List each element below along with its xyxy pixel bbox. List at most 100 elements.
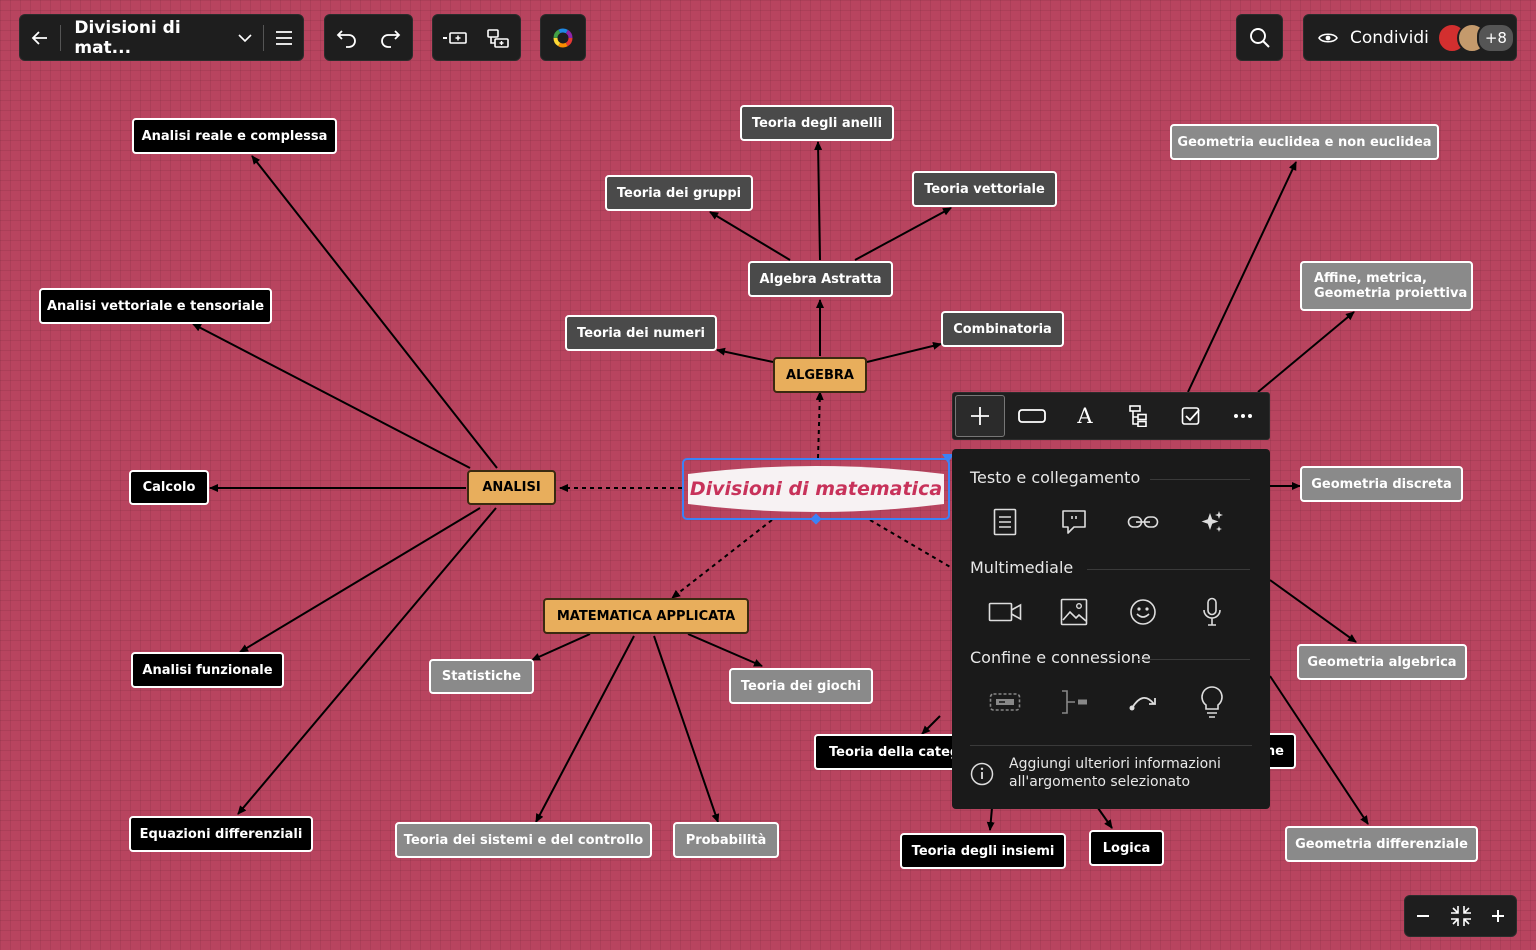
audio-button[interactable] [1192,592,1232,632]
structure-button[interactable] [1111,393,1165,439]
topic-geometria-discreta[interactable]: Geometria discreta [1300,466,1463,502]
chevron-down-icon [237,30,253,46]
plus-icon [1491,909,1505,923]
image-button[interactable] [1054,592,1094,632]
topic-label: Teoria degli anelli [751,115,883,131]
add-subtopic-button[interactable] [477,15,521,60]
ai-button[interactable] [1192,502,1232,542]
comment-button[interactable] [1054,502,1094,542]
topic-geometria-algebrica[interactable]: Geometria algebrica [1297,644,1467,680]
more-button[interactable] [1217,393,1269,439]
undo-button[interactable] [325,15,369,60]
shape-button[interactable] [1005,393,1059,439]
info-text: Aggiungi ulteriori informazioni all'argo… [1009,755,1221,791]
arrow-left-icon [30,28,50,48]
text-style-button[interactable]: A [1059,393,1111,439]
topic-algebra-astratta[interactable]: Algebra Astratta [748,261,893,297]
checkbox-icon [1181,406,1201,426]
redo-button[interactable] [369,15,413,60]
section-title-confine: Confine e connessione [970,648,1151,667]
topic-teoria-categorie[interactable]: Teoria della categ [814,734,974,770]
video-button[interactable] [985,592,1025,632]
task-button[interactable] [1165,393,1217,439]
topic-statistiche[interactable]: Statistiche [429,659,534,694]
topic-teoria-sistemi[interactable]: Teoria dei sistemi e del controllo [395,822,652,858]
central-topic-selection[interactable]: Divisioni di matematica [682,454,954,525]
topic-label: Analisi vettoriale e tensoriale [46,298,265,314]
curved-arrow-icon [1128,692,1158,712]
link-button[interactable] [1123,502,1163,542]
topic-teoria-anelli[interactable]: Teoria degli anelli [740,105,894,141]
insert-toolbar [432,14,521,61]
back-button[interactable] [20,15,60,60]
topic-teoria-gruppi[interactable]: Teoria dei gruppi [605,175,753,211]
smiley-icon [1129,598,1157,626]
rectangle-icon [1018,408,1046,424]
boundary-icon [989,692,1021,712]
search-button[interactable] [1236,14,1283,61]
more-icon [1233,413,1253,419]
topic-affine-metrica[interactable]: Affine, metrica, Geometria proiettiva [1300,261,1473,311]
topic-label: Geometria differenziale [1295,836,1468,852]
document-title: Divisioni di mat... [74,17,181,58]
info-icon [970,762,994,786]
collaborators-count: +8 [1476,22,1515,53]
topic-teoria-giochi[interactable]: Teoria dei giochi [729,668,873,704]
share-label: Condividi [1350,27,1429,48]
topic-calcolo[interactable]: Calcolo [129,470,209,505]
section-title-multimediale: Multimediale [970,558,1074,577]
insert-button[interactable] [955,395,1005,437]
note-button[interactable] [985,502,1025,542]
summary-button[interactable] [1054,682,1094,722]
history-toolbar [324,14,413,61]
info-line: Aggiungi ulteriori informazioni [1009,756,1221,772]
central-topic-title: Divisioni di matematica [689,478,943,500]
topic-teoria-insiemi[interactable]: Teoria degli insiemi [900,833,1066,869]
topic-label: Analisi reale e complessa [141,128,328,144]
document-title-button[interactable]: Divisioni di mat... [61,15,263,60]
topic-analisi-reale[interactable]: Analisi reale e complessa [132,118,337,154]
topic-analisi-funzionale[interactable]: Analisi funzionale [131,652,284,688]
idea-button[interactable] [1192,682,1232,722]
topic-label: Geometria discreta [1311,476,1452,492]
topic-label: Logica [1102,840,1151,856]
topic-equazioni-differenziali[interactable]: Equazioni differenziali [129,816,313,852]
category-algebra[interactable]: ALGEBRA [773,357,867,393]
category-matematica-applicata[interactable]: MATEMATICA APPLICATA [543,598,749,634]
note-icon [993,508,1017,536]
structure-icon [1128,405,1148,427]
share-button[interactable]: Condividi +8 [1303,14,1517,61]
topic-geometria-differenziale[interactable]: Geometria differenziale [1285,826,1478,862]
topic-label: Teoria dei numeri [577,325,705,341]
topic-label: Teoria dei gruppi [616,185,742,201]
topic-analisi-vettoriale[interactable]: Analisi vettoriale e tensoriale [39,288,272,324]
topic-teoria-vettoriale[interactable]: Teoria vettoriale [912,171,1057,207]
fit-view-button[interactable] [1441,896,1479,936]
theme-button[interactable] [540,14,586,61]
category-label: ALGEBRA [786,367,854,383]
emoji-button[interactable] [1123,592,1163,632]
boundary-button[interactable] [985,682,1025,722]
collaborators-group[interactable]: +8 [1436,22,1515,53]
zoom-in-button[interactable] [1480,896,1516,936]
text-style-icon: A [1077,404,1093,428]
link-icon [1127,515,1159,529]
add-subtopic-icon [486,28,510,48]
topic-label: Analisi funzionale [142,662,273,678]
add-topic-button[interactable] [433,15,477,60]
topic-teoria-numeri[interactable]: Teoria dei numeri [565,315,717,351]
topic-combinatoria[interactable]: Combinatoria [941,311,1064,347]
relationship-button[interactable] [1123,682,1163,722]
topic-geometria-euclidea[interactable]: Geometria euclidea e non euclidea [1170,124,1439,160]
menu-button[interactable] [264,15,303,60]
category-analisi[interactable]: ANALISI [467,470,556,505]
video-camera-icon [988,601,1022,623]
lightbulb-icon [1200,685,1224,719]
topic-context-toolbar: A [952,392,1270,440]
search-icon [1249,27,1271,49]
zoom-out-button[interactable] [1405,896,1441,936]
topic-probabilita[interactable]: Probabilità [673,822,779,858]
topic-label: Geometria euclidea e non euclidea [1177,134,1432,150]
topic-logica[interactable]: Logica [1089,830,1164,866]
sparkle-icon [1199,509,1225,535]
